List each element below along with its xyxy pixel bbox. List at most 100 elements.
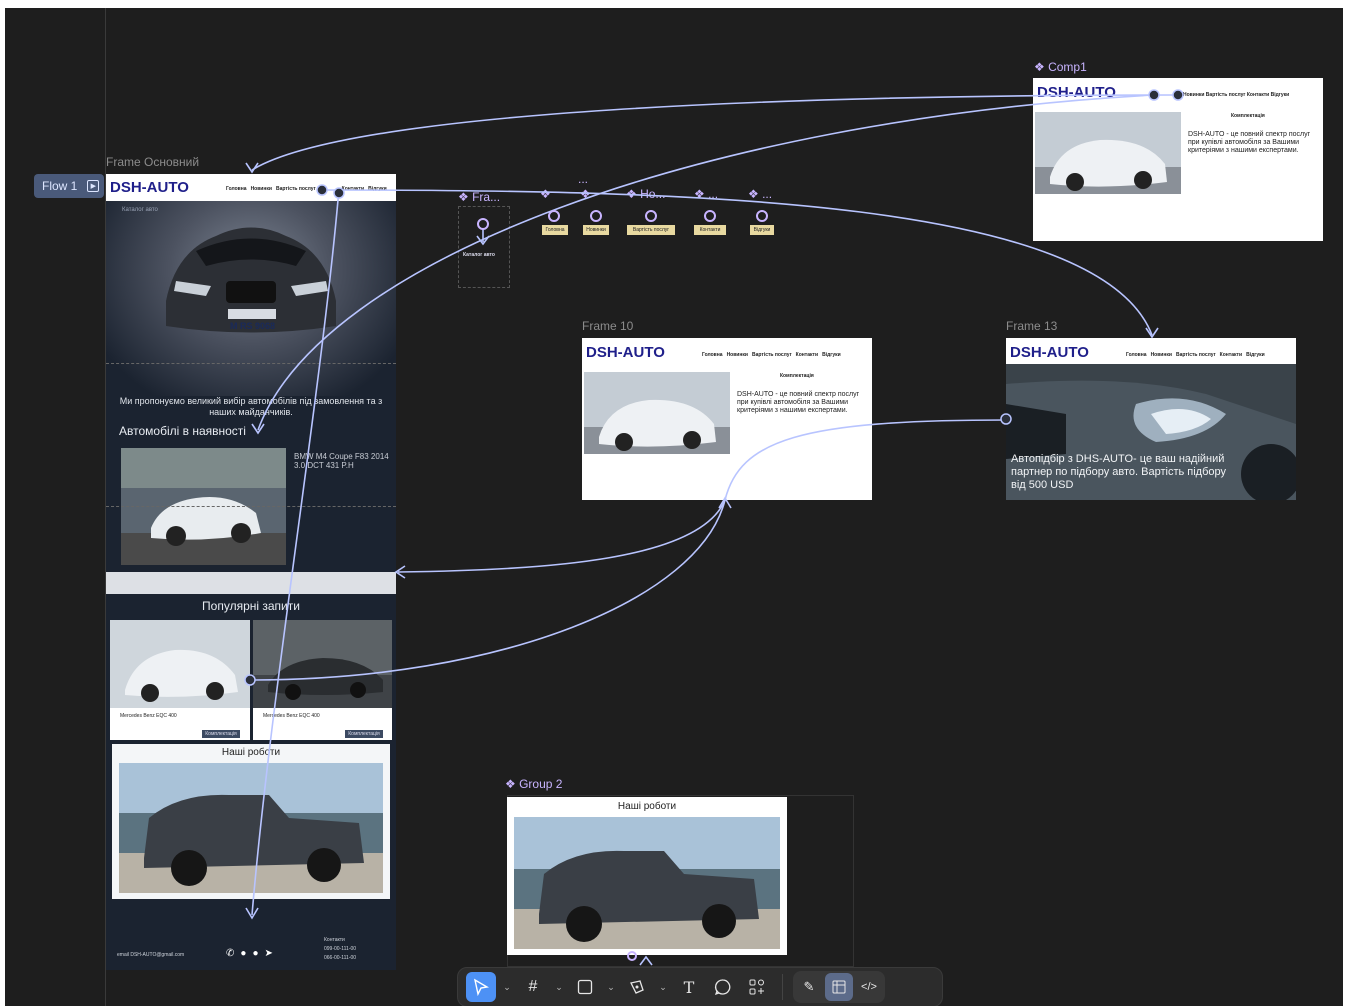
frame13-nav-reviews[interactable]: Відгуки: [1246, 352, 1265, 358]
frame10-nav-prices[interactable]: Вартість послуг: [752, 352, 792, 358]
draw-mode-icon[interactable]: ✎: [795, 973, 823, 1001]
frame13-nav-home[interactable]: Головна: [1126, 352, 1147, 358]
equipment-button-2[interactable]: Комплектація: [345, 730, 383, 738]
divider-band: [106, 572, 396, 594]
frame13-nav-contacts[interactable]: Контакти: [1220, 352, 1242, 358]
frame10-nav-contacts[interactable]: Контакти: [796, 352, 818, 358]
frame13-header: DSH-AUTO Головна Новинки Вартість послуг…: [1006, 338, 1296, 364]
group2-works-card[interactable]: Наші роботи: [507, 797, 787, 955]
phone-1: 099-00-111-00: [324, 946, 357, 952]
frame10[interactable]: DSH-AUTO Головна Новинки Вартість послуг…: [582, 338, 872, 500]
comp-icon-1[interactable]: ❖: [540, 187, 551, 201]
comp-icon-4[interactable]: ❖ ...: [748, 187, 772, 201]
frame10-equipment-title: Комплектація: [780, 373, 814, 379]
comp1-label[interactable]: ❖ Comp1: [1034, 60, 1087, 74]
row-button-contacts[interactable]: Контакти: [694, 225, 726, 235]
frame13-nav-prices[interactable]: Вартість послуг: [1176, 352, 1216, 358]
in-stock-car-info: BMW M4 Coupe F83 2014 3.0 DCT 431 P.H: [294, 452, 389, 470]
telegram-icon[interactable]: ➤: [264, 948, 272, 959]
row-button-prices[interactable]: Вартість послуг: [627, 225, 675, 235]
frame-dots-label[interactable]: ...: [578, 172, 588, 186]
popular-car-2-name: Mercedes Benz EQC 400: [263, 713, 320, 719]
license-plate: M RS 9068: [230, 321, 276, 331]
frame13[interactable]: DSH-AUTO Головна Новинки Вартість послуг…: [1006, 338, 1296, 500]
frame-tool-chevron-icon[interactable]: ⌄: [552, 972, 566, 1002]
popular-car-1-image: [110, 620, 250, 708]
frame10-label[interactable]: Frame 10: [582, 319, 633, 333]
footer-email: email DSH-AUTO@gmail.com: [117, 952, 185, 958]
frame13-logo[interactable]: DSH-AUTO: [1010, 344, 1089, 361]
frame-ho-label[interactable]: ❖ Ho...: [626, 187, 665, 201]
nav-contacts[interactable]: Контакти: [342, 186, 364, 192]
popular-card-1[interactable]: Mercedes Benz EQC 400 Комплектація: [110, 620, 250, 740]
nav-prices[interactable]: Вартість послуг: [276, 186, 316, 192]
frame-catalog[interactable]: Каталог авто: [458, 206, 510, 288]
comp1-frame[interactable]: DSH-AUTO Новинки Вартість послуг Контакт…: [1033, 78, 1323, 241]
frame-main-label[interactable]: Frame Основний: [106, 155, 199, 169]
frame10-logo[interactable]: DSH-AUTO: [586, 344, 665, 361]
comp1-car-image: [1035, 112, 1181, 194]
popular-car-2-image: [253, 620, 392, 708]
messenger-icon[interactable]: ●: [240, 948, 246, 959]
frame13-label[interactable]: Frame 13: [1006, 319, 1057, 333]
comp1-nav[interactable]: Новинки Вартість послуг Контакти Відгуки: [1183, 92, 1289, 98]
frame13-hero-text: Автопідбір з DHS-AUTO- це ваш надійний п…: [1011, 453, 1227, 491]
comp-3-name: ...: [708, 187, 719, 201]
catalog-label[interactable]: Каталог авто: [122, 207, 158, 213]
frame13-nav: Головна Новинки Вартість послуг Контакти…: [1126, 352, 1265, 358]
frame10-nav-reviews[interactable]: Відгуки: [822, 352, 841, 358]
move-tool-icon[interactable]: [466, 972, 496, 1002]
frame13-nav-news[interactable]: Новинки: [1151, 352, 1172, 358]
row-button-home[interactable]: Головна: [542, 225, 568, 235]
whatsapp-icon[interactable]: ✆: [226, 948, 234, 959]
comp-4-name: ...: [762, 187, 773, 201]
dev-mode-icon[interactable]: </>: [855, 973, 883, 1001]
pen-tool-chevron-icon[interactable]: ⌄: [656, 972, 670, 1002]
site-logo[interactable]: DSH-AUTO: [110, 179, 189, 196]
catalog-button[interactable]: Каталог авто: [463, 252, 495, 258]
actions-tool-icon[interactable]: [742, 972, 772, 1002]
frame10-desc: DSH-AUTO - це повний спектр послуг при к…: [737, 391, 860, 414]
frame-fra-label[interactable]: ❖ Fra...: [458, 190, 500, 204]
row-button-reviews[interactable]: Відгуки: [750, 225, 774, 235]
comp-icon-3[interactable]: ❖ ...: [694, 187, 718, 201]
comp1-equipment-title: Комплектація: [1231, 113, 1265, 119]
frame10-nav-news[interactable]: Новинки: [727, 352, 748, 358]
in-stock-car-specs: 3.0 DCT 431 P.H: [294, 461, 354, 470]
comp-icon-2[interactable]: ❖: [580, 187, 591, 201]
design-canvas[interactable]: Flow 1 ▶ Frame Основний DSH-AUTO Головна…: [0, 0, 1350, 1006]
frame-main[interactable]: DSH-AUTO Головна Новинки Вартість послуг…: [106, 174, 396, 970]
facebook-icon[interactable]: ●: [252, 948, 258, 959]
comp1-logo[interactable]: DSH-AUTO: [1037, 84, 1116, 101]
design-mode-icon[interactable]: [825, 973, 853, 1001]
flow-start-tag[interactable]: Flow 1 ▶: [34, 174, 104, 198]
group2-works-title: Наші роботи: [617, 801, 677, 812]
group2-label[interactable]: ❖ Group 2: [505, 777, 562, 791]
frame10-nav-home[interactable]: Головна: [702, 352, 723, 358]
guide-line-2: [106, 506, 396, 507]
nav-reviews[interactable]: Відгуки: [368, 186, 387, 192]
pen-tool-icon[interactable]: [622, 972, 652, 1002]
in-stock-car-name: BMW M4 Coupe F83 2014: [294, 452, 389, 461]
phone-2: 066-00-111-00: [324, 955, 357, 961]
frame-ho-name: Ho...: [640, 187, 666, 201]
offer-text: Ми пропонуємо великий вибір автомобілів …: [119, 396, 383, 417]
comment-tool-icon[interactable]: [708, 972, 738, 1002]
shape-tool-chevron-icon[interactable]: ⌄: [604, 972, 618, 1002]
text-tool-icon[interactable]: T: [674, 972, 704, 1002]
play-flow-icon[interactable]: ▶: [87, 180, 100, 192]
row-button-news[interactable]: Новинки: [583, 225, 609, 235]
group2-truck-image: [514, 817, 780, 949]
frame-tool-icon[interactable]: #: [518, 972, 548, 1002]
mode-switcher: ✎ </>: [793, 971, 885, 1003]
nav-news[interactable]: Новинки: [251, 186, 272, 192]
rectangle-tool-icon[interactable]: [570, 972, 600, 1002]
move-tool-chevron-icon[interactable]: ⌄: [500, 972, 514, 1002]
works-title: Наші роботи: [221, 747, 281, 758]
popular-card-2[interactable]: Mercedes Benz EQC 400 Комплектація: [253, 620, 392, 740]
flow-label: Flow 1: [42, 179, 78, 193]
equipment-button-1[interactable]: Комплектація: [202, 730, 240, 738]
nav-home[interactable]: Головна: [226, 186, 247, 192]
main-header: DSH-AUTO Головна Новинки Вартість послуг…: [106, 174, 396, 201]
works-truck-image: [119, 763, 383, 893]
